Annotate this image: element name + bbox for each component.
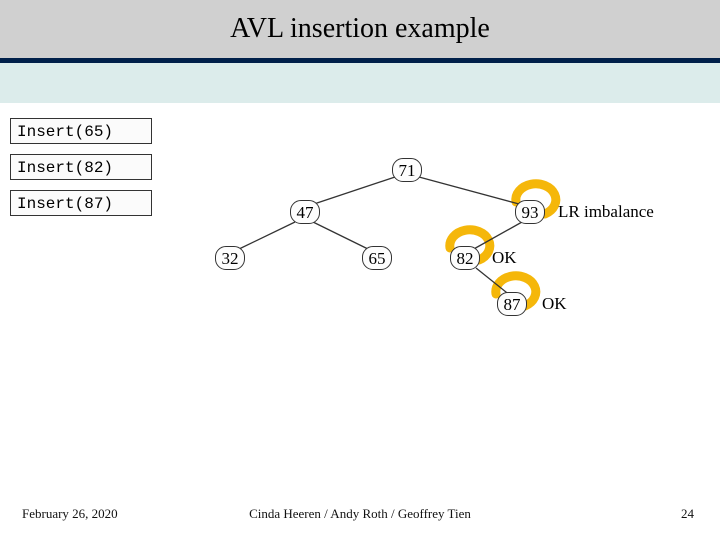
footer-page: 24 [681,506,694,522]
node-47: 47 [290,200,320,224]
node-82: 82 [450,246,480,270]
slide: AVL insertion example Insert(65) Insert(… [0,0,720,540]
node-71-label: 71 [399,161,416,180]
node-65-label: 65 [369,249,386,268]
title-band: AVL insertion example [0,0,720,58]
node-93: 93 [515,200,545,224]
insert-op-2-label: Insert(82) [17,159,113,177]
node-87: 87 [497,292,527,316]
node-65: 65 [362,246,392,270]
insert-op-3: Insert(87) [10,190,152,216]
insert-op-2: Insert(82) [10,154,152,180]
insert-op-1: Insert(65) [10,118,152,144]
note-87: OK [542,294,567,314]
node-47-label: 47 [297,203,314,222]
node-32: 32 [215,246,245,270]
insert-op-1-label: Insert(65) [17,123,113,141]
slide-title: AVL insertion example [230,13,490,45]
node-32-label: 32 [222,249,239,268]
footer-credits: Cinda Heeren / Andy Roth / Geoffrey Tien [0,506,720,522]
insert-op-3-label: Insert(87) [17,195,113,213]
note-93: LR imbalance [558,202,654,222]
node-93-label: 93 [522,203,539,222]
subtitle-band [0,63,720,103]
node-71: 71 [392,158,422,182]
node-87-label: 87 [504,295,521,314]
node-82-label: 82 [457,249,474,268]
note-82: OK [492,248,517,268]
